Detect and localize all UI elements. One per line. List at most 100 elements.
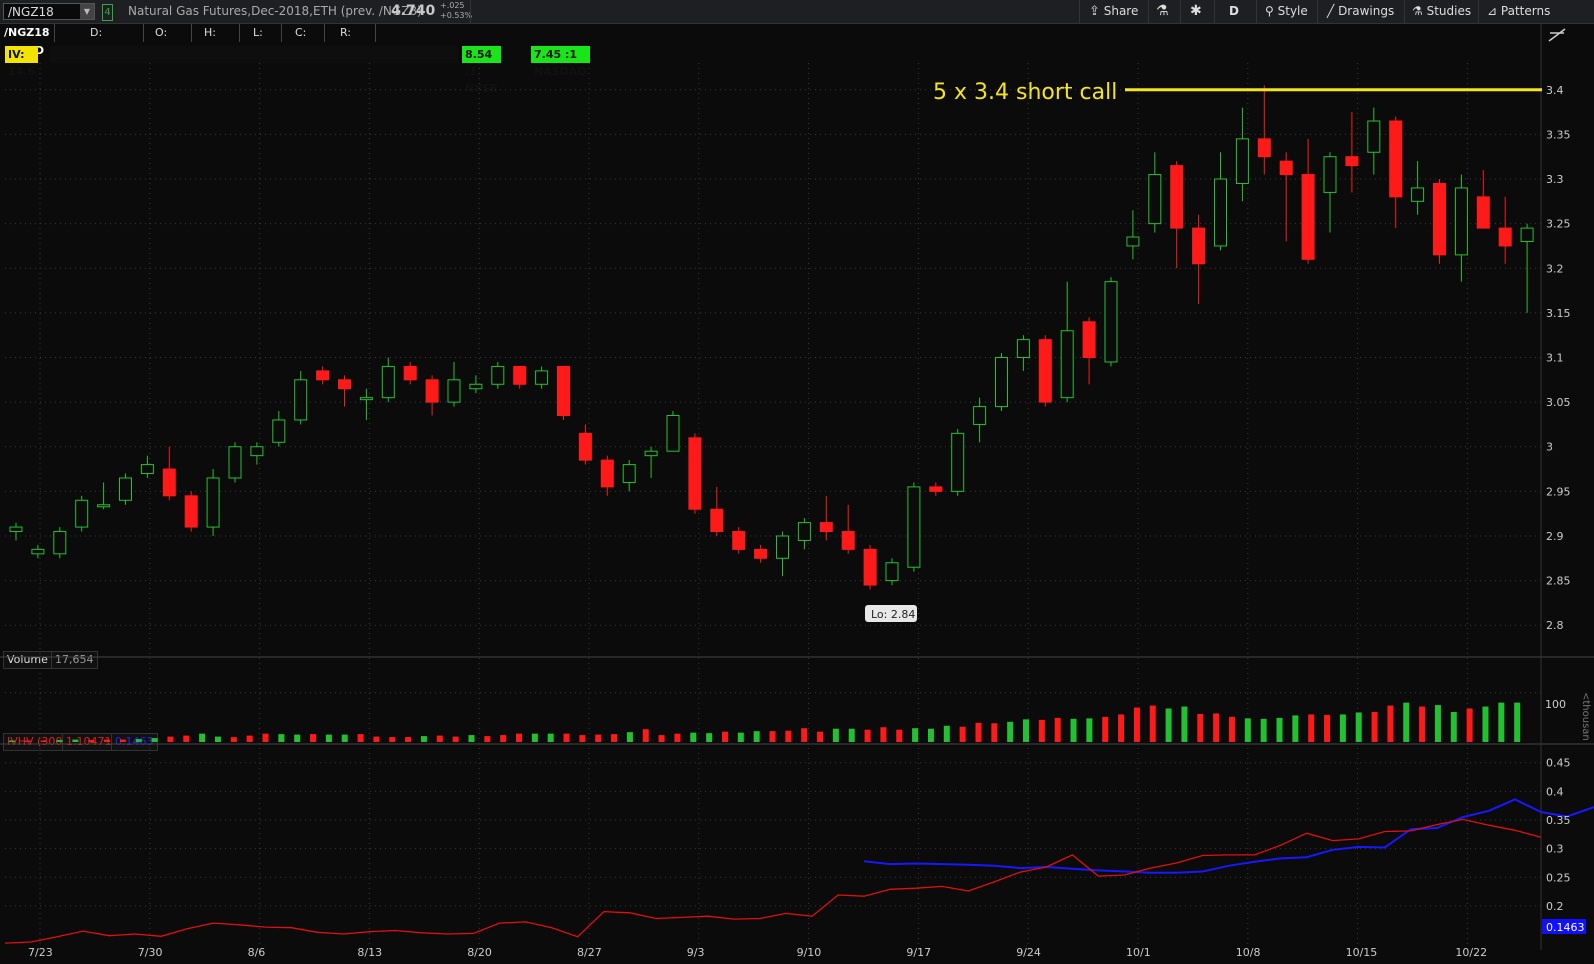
- candle-body: [732, 531, 746, 550]
- candle-body: [1235, 138, 1249, 184]
- volume-bar: [1482, 706, 1489, 742]
- candle-body: [1301, 174, 1315, 260]
- candle-body: [381, 365, 395, 399]
- volume-bar: [1038, 719, 1045, 742]
- volume-bar: [579, 735, 586, 742]
- volume-bar: [1102, 716, 1109, 742]
- price-tick-label: 3.15: [1546, 307, 1571, 320]
- volume-bar: [1149, 705, 1156, 742]
- price-candles: [9, 85, 1534, 590]
- volume-bar: [563, 733, 570, 742]
- candle-body: [666, 415, 680, 452]
- candle-body: [316, 370, 330, 381]
- candle-body: [1060, 330, 1074, 399]
- volume-bar: [1133, 707, 1140, 742]
- volume-bar: [56, 740, 63, 742]
- volume-bar: [1276, 717, 1283, 742]
- volume-bar: [1498, 702, 1505, 742]
- volume-bar: [880, 727, 887, 742]
- volume-bar: [1450, 711, 1457, 742]
- volume-bar: [1419, 706, 1426, 742]
- volume-bar: [848, 728, 855, 742]
- volume-bar: [230, 737, 237, 742]
- candle-body: [819, 522, 833, 533]
- volume-axis-label: 100: [1545, 698, 1566, 711]
- volume-bar: [294, 734, 301, 742]
- volume-bar: [801, 728, 808, 742]
- volume-bar: [1228, 716, 1235, 742]
- volume-bar: [278, 734, 285, 742]
- volume-bar: [547, 733, 554, 742]
- candle-body: [907, 486, 921, 568]
- candle-body: [140, 464, 154, 475]
- date-tick-label: 8/27: [577, 946, 602, 959]
- date-tick-label: 8/6: [248, 946, 266, 959]
- low-callout: Lo: 2.84: [865, 605, 917, 622]
- price-axis: 2.8 2.85 2.9 2.95 3 3.05 3.1 3.15 3.2 3.25 3.3 3.35…: [1546, 84, 1571, 632]
- ivhv-tick-label: 0.45: [1546, 757, 1571, 770]
- candle-body: [1148, 174, 1162, 225]
- volume-bar: [72, 739, 79, 742]
- volume-bar: [1070, 718, 1077, 742]
- volume-bar: [817, 731, 824, 742]
- candle-body: [1476, 196, 1490, 229]
- volume-bar: [373, 736, 380, 742]
- candle-body: [535, 370, 549, 385]
- candle-body: [1038, 339, 1052, 403]
- volume-bar: [721, 731, 728, 742]
- volume-bar: [500, 735, 507, 742]
- volume-bar: [1371, 711, 1378, 742]
- volume-bar: [405, 737, 412, 742]
- low-label: Lo: 2.84: [871, 608, 915, 621]
- volume-bar: [959, 726, 966, 742]
- volume-bar: [991, 723, 998, 742]
- volume-bar: [468, 735, 475, 742]
- pen-icon[interactable]: [1547, 26, 1567, 42]
- candle-body: [1345, 156, 1359, 167]
- volume-bar: [1514, 702, 1521, 742]
- volume-bar: [484, 736, 491, 742]
- candle-body: [403, 365, 417, 381]
- date-tick-label: 9/24: [1016, 946, 1041, 959]
- candle-body: [1016, 339, 1030, 359]
- candle-body: [995, 357, 1008, 408]
- candle-body: [1214, 178, 1227, 247]
- volume-bar: [516, 733, 522, 742]
- candle-body: [622, 464, 636, 483]
- volume-bar: [436, 735, 443, 742]
- volume-bar: [1403, 702, 1410, 742]
- volume-bar: [1355, 712, 1362, 742]
- svg-text:0.1463: 0.1463: [1546, 921, 1585, 934]
- candle-body: [513, 365, 527, 385]
- volume-bar: [151, 738, 158, 742]
- candle-body: [53, 531, 67, 555]
- volume-bar: [40, 740, 47, 742]
- volume-bar: [1244, 718, 1251, 742]
- volume-bar: [611, 734, 618, 742]
- volume-bar: [452, 736, 459, 742]
- candle-body: [1170, 165, 1184, 229]
- volume-bar: [420, 736, 427, 742]
- volume-bar: [246, 735, 253, 742]
- volume-bar: [1165, 708, 1172, 742]
- candle-body: [644, 450, 658, 457]
- candle-body: [776, 535, 789, 559]
- chart-canvas[interactable]: 2.8 2.85 2.9 2.95 3 3.05 3.1 3.15 3.2 3.25 3.3 3.35…: [0, 0, 1594, 964]
- candle-body: [294, 379, 308, 421]
- candle-body: [841, 531, 855, 550]
- volume-bar: [214, 736, 221, 742]
- candle-body: [1520, 227, 1534, 242]
- volume-bar: [1434, 705, 1441, 742]
- candle-body: [9, 526, 23, 533]
- price-tick-label: 3.1: [1546, 352, 1564, 365]
- volume-bar: [325, 734, 332, 742]
- volume-bar: [864, 729, 871, 742]
- date-tick-label: 10/1: [1126, 946, 1151, 959]
- candle-body: [359, 397, 373, 401]
- ivhv-axis: 0.2 0.25 0.3 0.35 0.4 0.45: [1546, 757, 1571, 913]
- volume-bar: [531, 733, 538, 742]
- candle-body: [1367, 120, 1381, 153]
- volume-bar: [9, 740, 15, 742]
- date-axis: 7/23 7/30 8/6 8/13 8/20 8/27 9/3 9/10 9/17 9/24 10…: [28, 946, 1487, 959]
- candle-body: [710, 508, 724, 533]
